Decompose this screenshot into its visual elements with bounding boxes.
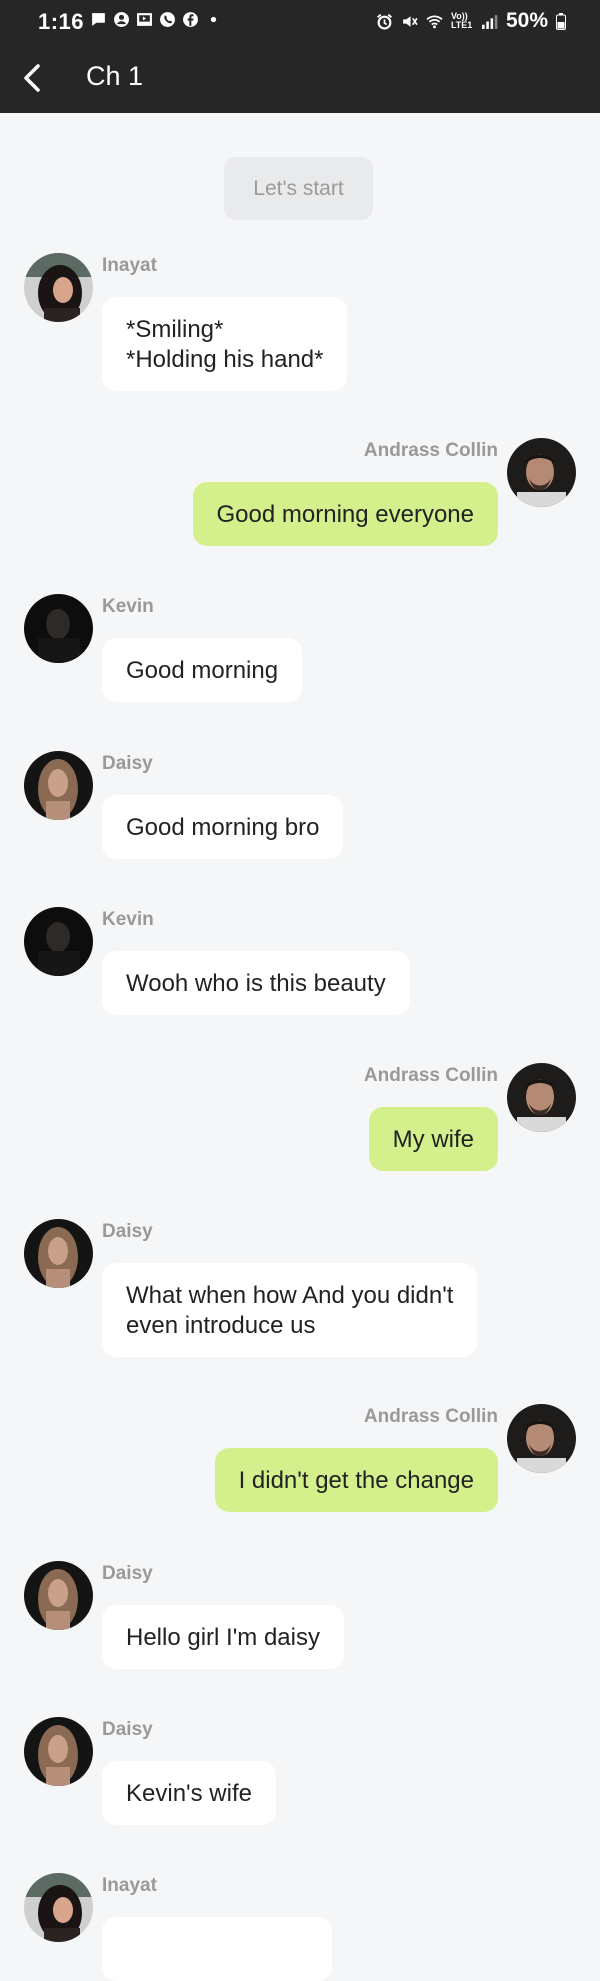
alarm-icon	[376, 13, 392, 29]
avatar-inayat[interactable]	[24, 253, 93, 322]
message-item: Andrass Collin Good morning everyone	[0, 438, 600, 548]
sender-name: Andrass Collin	[363, 1065, 498, 1086]
avatar-andrass-collin[interactable]	[507, 1404, 576, 1473]
sender-name: Daisy	[102, 1563, 153, 1584]
message-item: Daisy Hello girl I'm daisy	[0, 1561, 600, 1671]
message-bubble[interactable]: *Smiling* *Holding his hand*	[102, 297, 348, 391]
message-item: Inayat	[0, 1873, 600, 1981]
sender-name: Andrass Collin	[363, 1406, 498, 1427]
message-bubble[interactable]: Good morning	[102, 638, 303, 702]
wifi-icon	[426, 15, 443, 28]
sender-name: Andrass Collin	[363, 440, 498, 461]
sender-name: Inayat	[102, 1875, 157, 1896]
sender-name: Kevin	[102, 909, 154, 930]
message-bubble[interactable]: Good morning bro	[102, 795, 344, 859]
status-right: Vo)) LTE1 50%	[376, 9, 566, 33]
avatar-inayat[interactable]	[24, 1873, 93, 1942]
video-icon	[137, 13, 152, 26]
avatar-andrass-collin[interactable]	[507, 1063, 576, 1132]
message-item: Daisy Kevin's wife	[0, 1717, 600, 1827]
top-bar: 1:16 Vo)) LTE1 50% Ch 1	[0, 0, 600, 113]
message-item: Kevin Wooh who is this beauty	[0, 907, 600, 1017]
avatar-daisy[interactable]	[24, 1219, 93, 1288]
chevron-left-icon	[24, 64, 40, 92]
avatar-kevin[interactable]	[24, 594, 93, 663]
message-bubble[interactable]: Wooh who is this beauty	[102, 951, 410, 1015]
status-time: 1:16	[38, 9, 85, 34]
message-item: Andrass Collin I didn't get the change	[0, 1404, 600, 1514]
message-bubble[interactable]: Hello girl I'm daisy	[102, 1605, 344, 1669]
message-bubble[interactable]: I didn't get the change	[214, 1448, 498, 1512]
sender-name: Daisy	[102, 1719, 153, 1740]
facebook-icon	[183, 12, 198, 27]
back-button[interactable]	[12, 58, 52, 98]
battery-percent: 50%	[505, 9, 548, 32]
avatar-kevin[interactable]	[24, 907, 93, 976]
avatar-daisy[interactable]	[24, 1717, 93, 1786]
message-item: Daisy Good morning bro	[0, 751, 600, 861]
message-item: Kevin Good morning	[0, 594, 600, 704]
signal-icon	[482, 14, 498, 29]
notification-icons	[90, 11, 222, 28]
message-item: Andrass Collin My wife	[0, 1063, 600, 1173]
sender-name: Kevin	[102, 596, 154, 617]
mute-icon	[403, 15, 418, 27]
network-type-label: Vo)) LTE1	[450, 11, 473, 30]
message-icon	[92, 13, 105, 26]
app-bar: Ch 1	[0, 56, 600, 102]
message-bubble[interactable]: My wife	[368, 1107, 498, 1171]
sender-name: Daisy	[102, 753, 153, 774]
message-bubble[interactable]: Good morning everyone	[192, 482, 498, 546]
avatar-daisy[interactable]	[24, 751, 93, 820]
message-bubble[interactable]: Kevin's wife	[102, 1761, 276, 1825]
sender-name: Daisy	[102, 1221, 153, 1242]
account-icon	[114, 12, 129, 27]
message-bubble[interactable]	[102, 1917, 332, 1981]
message-item: Inayat *Smiling* *Holding his hand*	[0, 253, 600, 393]
status-bar: 1:16 Vo)) LTE1 50%	[0, 0, 600, 44]
sender-name: Inayat	[102, 255, 157, 276]
message-bubble[interactable]: What when how And you didn't even introd…	[102, 1263, 478, 1357]
whatsapp-icon	[160, 12, 175, 27]
avatar-daisy[interactable]	[24, 1561, 93, 1630]
more-dot-icon	[210, 16, 217, 23]
avatar-andrass-collin[interactable]	[507, 438, 576, 507]
lets-start-button[interactable]: Let's start	[224, 157, 373, 220]
message-item: Daisy What when how And you didn't even …	[0, 1219, 600, 1359]
chat-title: Ch 1	[86, 61, 144, 91]
battery-icon	[556, 12, 566, 30]
